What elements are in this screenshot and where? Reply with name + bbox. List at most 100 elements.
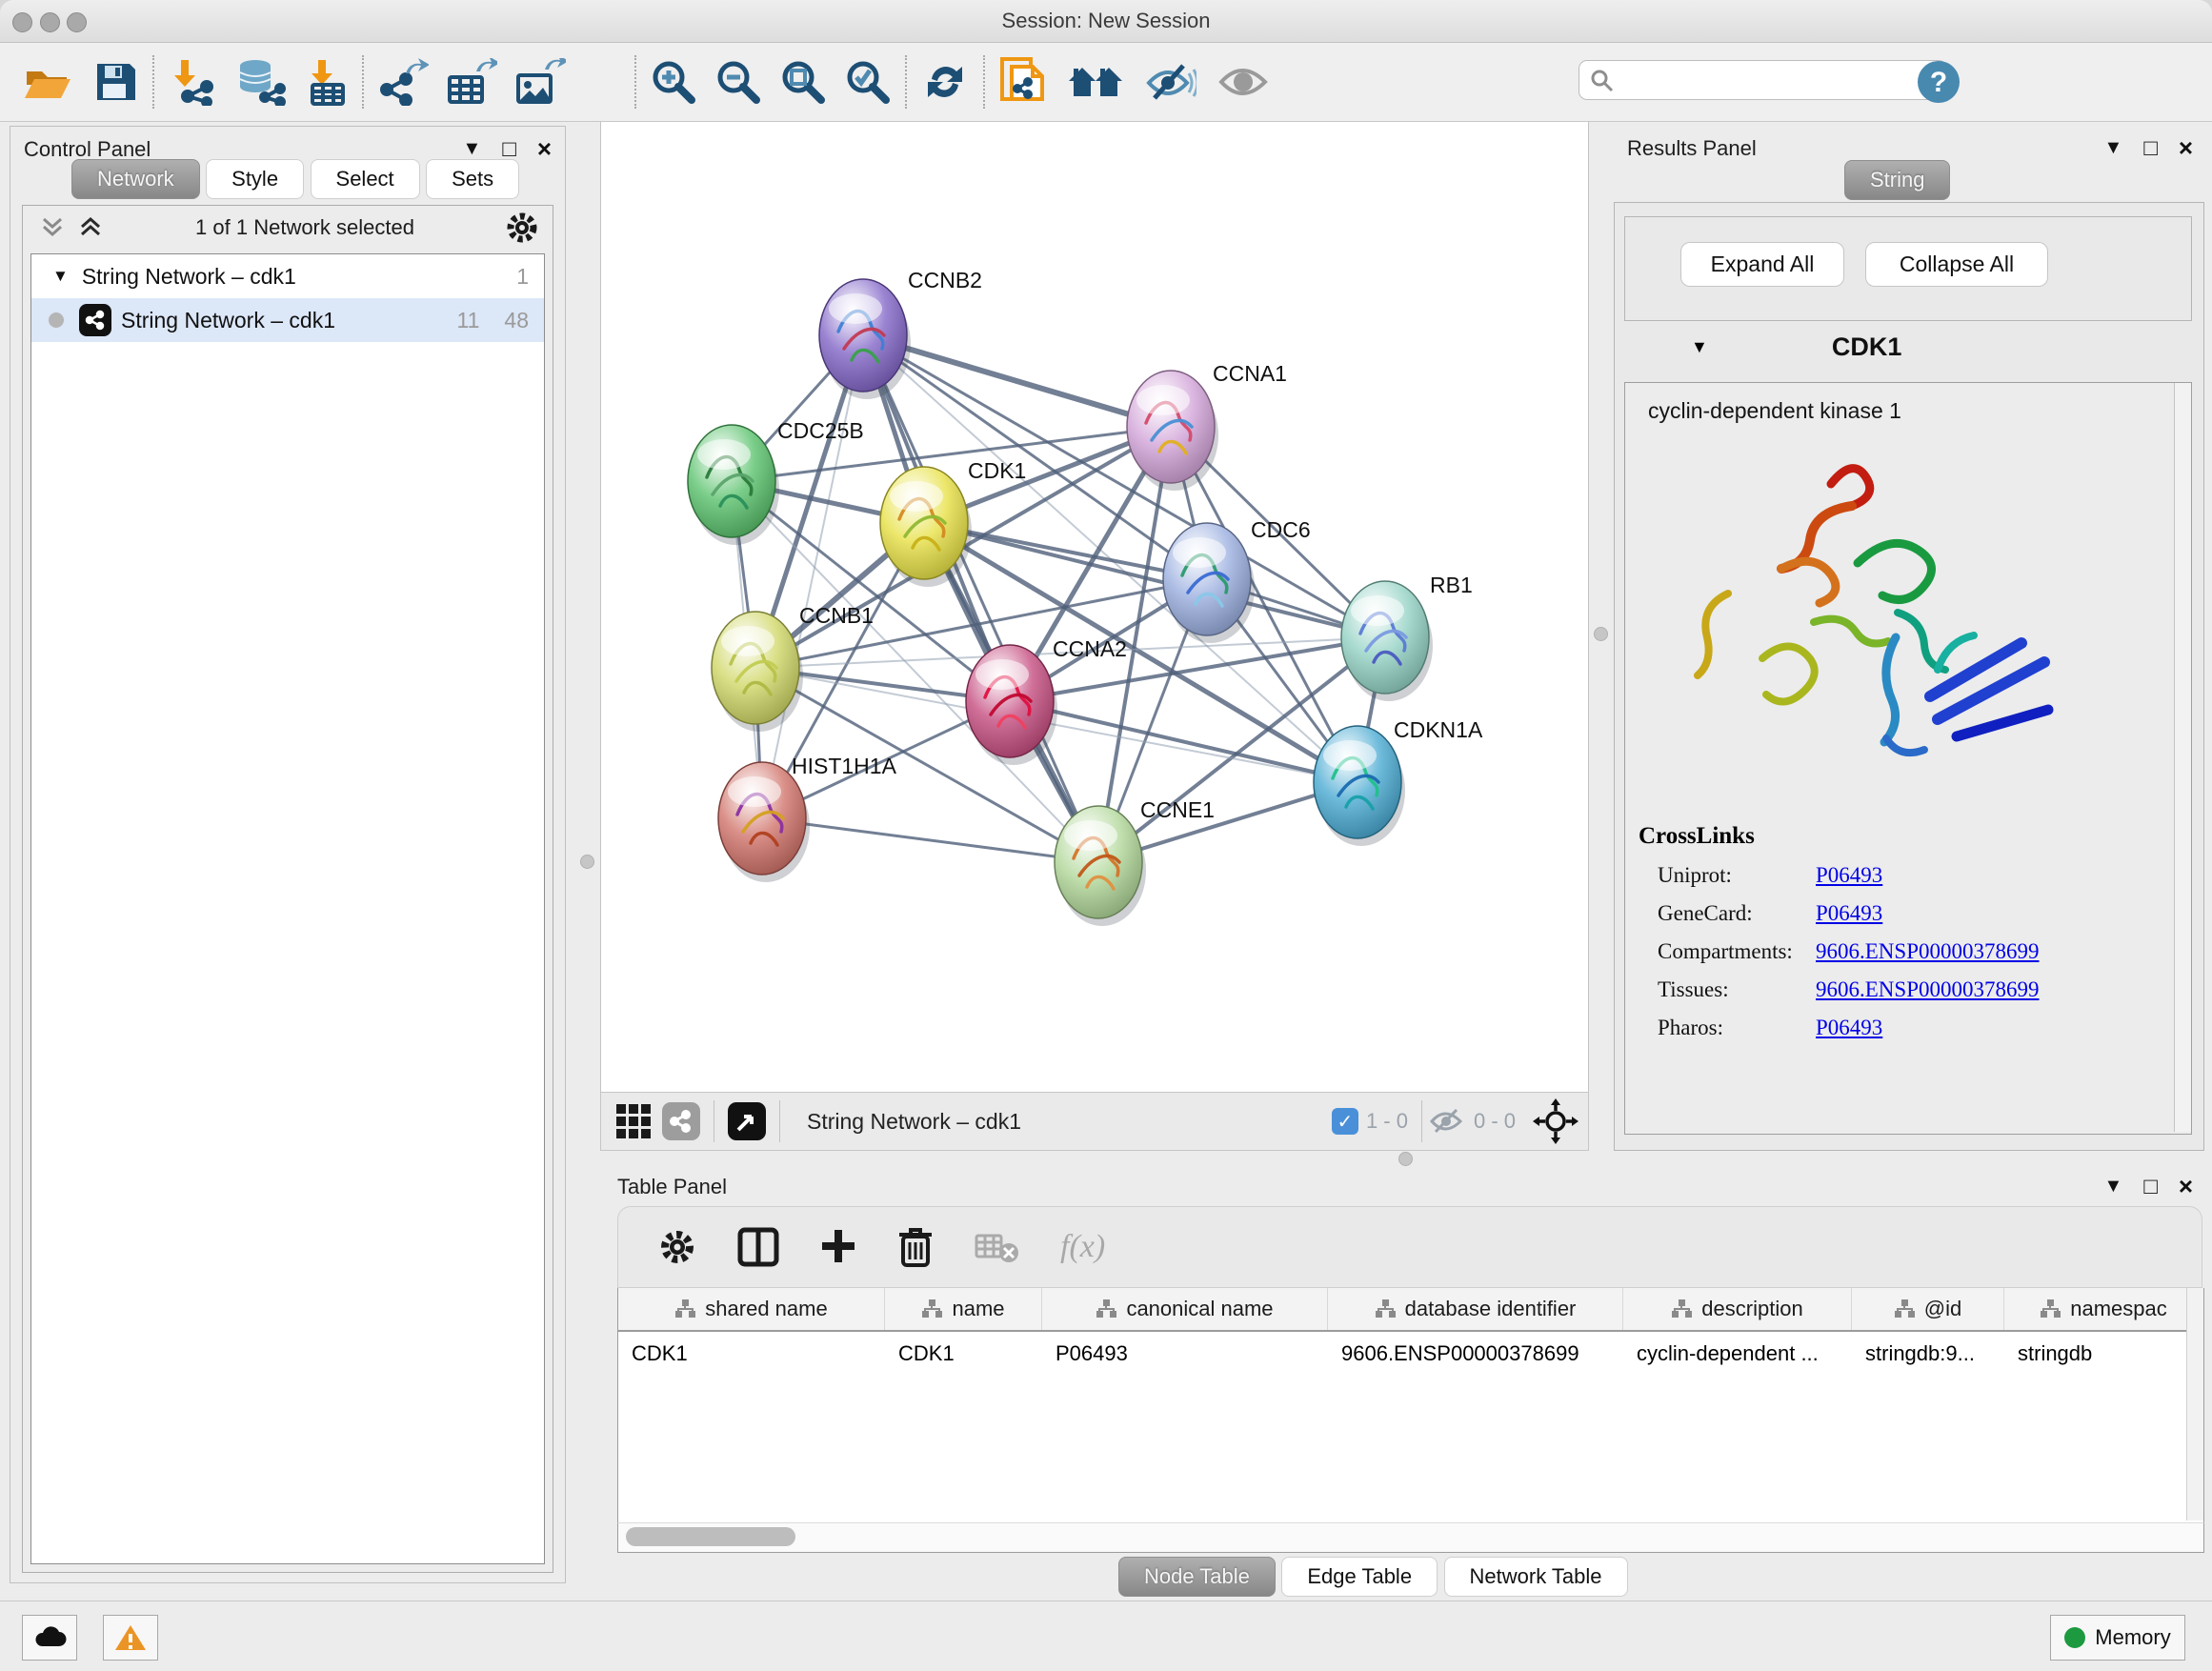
scrollbar-thumb[interactable] <box>626 1527 795 1546</box>
tab-style[interactable]: Style <box>206 159 304 199</box>
network-node-CCNB2[interactable] <box>819 279 911 399</box>
hide-selected-eye-icon[interactable] <box>1143 57 1196 107</box>
panel-close-icon[interactable]: × <box>2179 133 2193 163</box>
table-cell[interactable]: P06493 <box>1042 1341 1328 1366</box>
search-input[interactable] <box>1579 60 1947 100</box>
table-cell[interactable]: CDK1 <box>885 1341 1042 1366</box>
network-canvas[interactable]: CCNB2CCNA1CDC25BCDK1CDC6RB1CCNB1CCNA2CDK… <box>601 122 1588 1092</box>
crosslink-genecard-link[interactable]: P06493 <box>1816 901 1882 926</box>
column-header-description[interactable]: description <box>1623 1288 1852 1330</box>
network-edge <box>762 335 863 818</box>
hidden-items-eye-icon[interactable] <box>1428 1105 1466 1137</box>
node-table[interactable]: shared namenamecanonical namedatabase id… <box>617 1288 2204 1523</box>
grid-view-icon[interactable] <box>616 1104 651 1138</box>
table-cell[interactable]: 9606.ENSP00000378699 <box>1328 1341 1623 1366</box>
memory-button[interactable]: Memory <box>2050 1615 2185 1661</box>
table-cell[interactable]: cyclin-dependent ... <box>1623 1341 1852 1366</box>
results-scrollbar[interactable] <box>2174 383 2191 1132</box>
panel-float-icon[interactable]: ▼ <box>2104 137 2123 159</box>
panel-maximize-icon[interactable]: □ <box>2143 135 2158 162</box>
network-node-CCNE1[interactable] <box>1055 806 1146 926</box>
network-node-CCNA2[interactable] <box>966 645 1057 765</box>
network-node-HIST1H1A[interactable] <box>718 762 810 882</box>
zoom-out-icon[interactable] <box>714 57 762 107</box>
crosslink-uniprot-link[interactable]: P06493 <box>1816 863 1882 888</box>
column-header--id[interactable]: @id <box>1852 1288 2004 1330</box>
network-node-CDK1[interactable] <box>880 467 972 587</box>
left-splitter-handle[interactable] <box>580 855 594 869</box>
open-session-icon[interactable] <box>23 57 72 107</box>
zoom-selected-icon[interactable] <box>844 57 892 107</box>
birdseye-view-icon[interactable] <box>728 1102 766 1140</box>
first-neighbors-icon[interactable] <box>1067 57 1126 107</box>
network-style-icon[interactable] <box>662 1102 700 1140</box>
network-node-CCNB1[interactable] <box>712 612 803 732</box>
tab-string[interactable]: String <box>1844 160 1950 200</box>
export-table-icon[interactable] <box>446 57 497 107</box>
tree-collapse-icon[interactable]: ▼ <box>52 267 69 286</box>
hierarchy-icon <box>674 1299 695 1319</box>
tab-select[interactable]: Select <box>311 159 420 199</box>
crosslink-row: Tissues:9606.ENSP00000378699 <box>1658 977 2191 1002</box>
table-row[interactable]: CDK1CDK1P064939606.ENSP00000378699cyclin… <box>618 1332 2203 1376</box>
delete-column-icon[interactable] <box>896 1225 935 1269</box>
network-view[interactable]: CCNB2CCNA1CDC25BCDK1CDC6RB1CCNB1CCNA2CDK… <box>600 122 1589 1092</box>
split-panel-icon[interactable] <box>736 1226 780 1268</box>
panel-maximize-icon[interactable]: □ <box>2143 1174 2158 1200</box>
right-splitter-handle[interactable] <box>1594 627 1608 641</box>
zoom-fit-icon[interactable] <box>779 57 827 107</box>
duplicate-network-icon[interactable] <box>998 57 1050 107</box>
selected-items-checkbox[interactable]: ✓ <box>1332 1108 1358 1135</box>
zoom-in-icon[interactable] <box>650 57 697 107</box>
crosslink-pharos-link[interactable]: P06493 <box>1816 1016 1882 1040</box>
expand-all-button[interactable]: Expand All <box>1680 242 1844 287</box>
tab-sets[interactable]: Sets <box>426 159 519 199</box>
import-network-database-icon[interactable] <box>234 57 288 107</box>
panel-float-icon[interactable]: ▼ <box>2104 1176 2123 1198</box>
refresh-icon[interactable] <box>920 57 970 107</box>
column-header-namespac[interactable]: namespac <box>2004 1288 2203 1330</box>
crosslink-tissues-link[interactable]: 9606.ENSP00000378699 <box>1816 977 2040 1002</box>
network-tree-root-row[interactable]: ▼ String Network – cdk1 1 <box>31 254 544 298</box>
tab-network-table[interactable]: Network Table <box>1444 1557 1628 1597</box>
pan-crosshair-icon[interactable] <box>1533 1098 1579 1144</box>
column-header-canonical-name[interactable]: canonical name <box>1042 1288 1328 1330</box>
column-header-shared-name[interactable]: shared name <box>618 1288 885 1330</box>
network-options-gear-icon[interactable] <box>503 209 541 247</box>
add-column-icon[interactable] <box>818 1226 858 1268</box>
table-cell[interactable]: stringdb <box>2004 1341 2203 1366</box>
export-network-icon[interactable] <box>377 57 429 107</box>
network-node-CDKN1A[interactable] <box>1314 726 1405 846</box>
export-image-icon[interactable] <box>514 57 566 107</box>
import-table-icon[interactable] <box>305 57 349 107</box>
cloud-status-button[interactable] <box>22 1615 77 1661</box>
table-cell[interactable]: stringdb:9... <box>1852 1341 2004 1366</box>
column-header-database-identifier[interactable]: database identifier <box>1328 1288 1623 1330</box>
network-node-CCNA1[interactable] <box>1127 371 1218 491</box>
tab-network[interactable]: Network <box>71 159 200 199</box>
collapse-all-button[interactable]: Collapse All <box>1865 242 2048 287</box>
tab-node-table[interactable]: Node Table <box>1118 1557 1276 1597</box>
protein-section-header[interactable]: ▼ CDK1 <box>1624 332 2190 362</box>
import-network-file-icon[interactable] <box>168 57 217 107</box>
table-settings-gear-icon[interactable] <box>656 1226 698 1268</box>
network-tree-child-row[interactable]: String Network – cdk1 11 48 <box>31 298 544 342</box>
warnings-button[interactable] <box>103 1615 158 1661</box>
crosslink-compartments-link[interactable]: 9606.ENSP00000378699 <box>1816 939 2040 964</box>
table-horizontal-scrollbar[interactable] <box>617 1522 2204 1553</box>
panel-close-icon[interactable]: × <box>2179 1172 2193 1201</box>
save-session-icon[interactable] <box>93 57 139 107</box>
network-node-RB1[interactable] <box>1341 581 1433 701</box>
network-node-CDC6[interactable] <box>1163 523 1255 643</box>
panel-close-icon[interactable]: × <box>537 134 552 164</box>
collapse-all-networks-icon[interactable] <box>36 213 69 242</box>
table-cell[interactable]: CDK1 <box>618 1341 885 1366</box>
table-vertical-scrollbar[interactable] <box>2186 1288 2203 1520</box>
expand-all-networks-icon[interactable] <box>74 213 107 242</box>
tab-edge-table[interactable]: Edge Table <box>1281 1557 1438 1597</box>
panel-float-icon[interactable]: ▼ <box>463 138 482 160</box>
network-edges[interactable] <box>732 335 1385 862</box>
column-header-name[interactable]: name <box>885 1288 1042 1330</box>
section-collapse-icon[interactable]: ▼ <box>1691 337 1708 357</box>
help-button[interactable]: ? <box>1915 60 1962 109</box>
